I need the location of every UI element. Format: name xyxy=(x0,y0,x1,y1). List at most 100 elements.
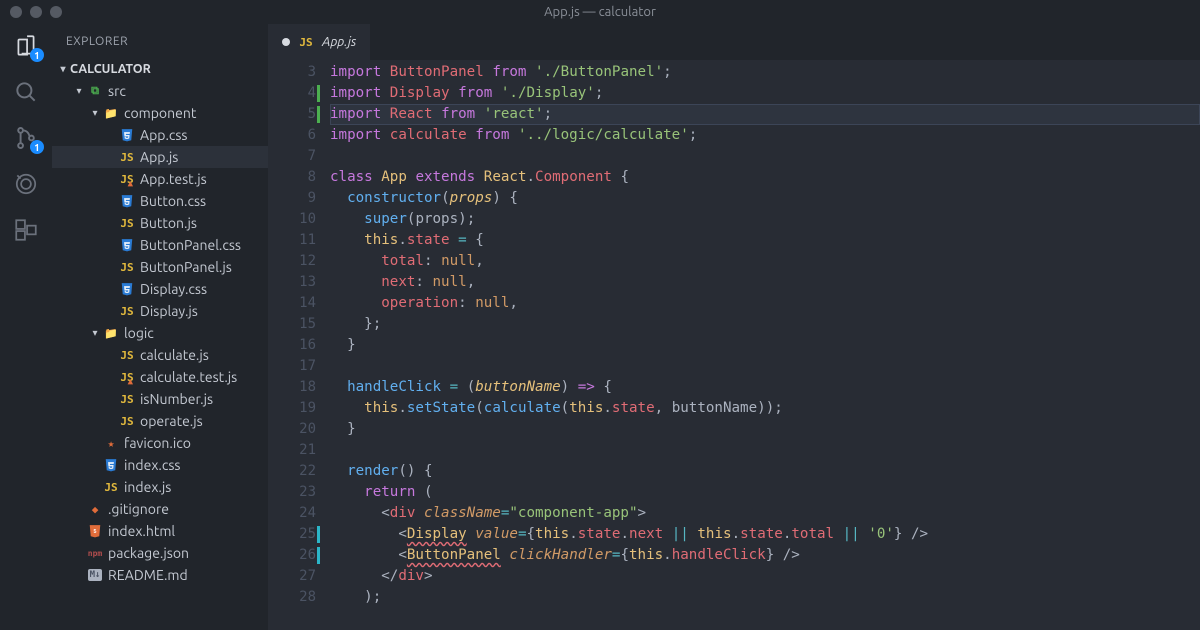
code-line[interactable]: handleClick = (buttonName) => { xyxy=(330,377,1200,398)
line-number: 22 xyxy=(268,461,316,482)
line-number: 8 xyxy=(268,167,316,188)
line-number: 5 xyxy=(268,104,316,125)
code-line[interactable]: }; xyxy=(330,314,1200,335)
tree-folder[interactable]: ▾⧉src xyxy=(52,80,268,102)
ico-file-icon: ★ xyxy=(102,436,120,451)
tree-file[interactable]: JSisNumber.js xyxy=(52,388,268,410)
line-number: 7 xyxy=(268,146,316,167)
close-window-icon[interactable] xyxy=(10,6,22,18)
tree-file[interactable]: JS calculate.js xyxy=(52,344,268,366)
git-file-icon: ◆ xyxy=(86,502,104,517)
line-number: 19 xyxy=(268,398,316,419)
tree-file[interactable]: 5index.html xyxy=(52,520,268,542)
window-controls xyxy=(10,6,62,18)
code-line[interactable]: <Display value={this.state.next || this.… xyxy=(330,524,1200,545)
chevron-down-icon: ▾ xyxy=(88,327,102,339)
code-line[interactable]: ); xyxy=(330,587,1200,608)
code-line[interactable]: this.setState(calculate(this.state, butt… xyxy=(330,398,1200,419)
tree-folder[interactable]: ▾📁logic xyxy=(52,322,268,344)
activity-scm-icon[interactable]: 1 xyxy=(12,124,40,152)
tree-file[interactable]: Display.css xyxy=(52,278,268,300)
file-label: App.test.js xyxy=(140,171,207,187)
git-added-icon xyxy=(317,106,320,123)
tab-app-js[interactable]: JS App.js xyxy=(268,24,370,60)
code-line[interactable]: import ButtonPanel from './ButtonPanel'; xyxy=(330,62,1200,83)
tree-file[interactable]: npmpackage.json xyxy=(52,542,268,564)
code-line[interactable]: render() { xyxy=(330,461,1200,482)
tab-label: App.js xyxy=(322,35,356,49)
code-line[interactable]: this.state = { xyxy=(330,230,1200,251)
tree-file[interactable]: JSApp.js xyxy=(52,146,268,168)
activity-debug-icon[interactable] xyxy=(12,170,40,198)
explorer-badge: 1 xyxy=(30,48,44,62)
scm-badge: 1 xyxy=(30,140,44,154)
test-file-icon: JS▲ xyxy=(118,370,136,385)
line-number: 10 xyxy=(268,209,316,230)
folder-file-icon: 📁 xyxy=(102,106,120,121)
tree-file[interactable]: JSButtonPanel.js xyxy=(52,256,268,278)
code-line[interactable] xyxy=(330,356,1200,377)
css-file-icon xyxy=(118,281,136,297)
tree-file[interactable]: JS▲ calculate.test.js xyxy=(52,366,268,388)
code-line[interactable]: </div> xyxy=(330,566,1200,587)
code-line[interactable]: super(props); xyxy=(330,209,1200,230)
tree-folder[interactable]: ▾📁component xyxy=(52,102,268,124)
sidebar: EXPLORER ▾ CALCULATOR ▾⧉src▾📁componentAp… xyxy=(52,24,268,630)
activity-search-icon[interactable] xyxy=(12,78,40,106)
tree-file[interactable]: ★favicon.ico xyxy=(52,432,268,454)
test-file-icon: JS▲ xyxy=(118,172,136,187)
file-label: calculate.test.js xyxy=(140,369,237,385)
code-line[interactable]: } xyxy=(330,419,1200,440)
line-number: 6 xyxy=(268,125,316,146)
code-editor[interactable]: import ButtonPanel from './ButtonPanel';… xyxy=(330,60,1200,630)
css-file-icon xyxy=(102,457,120,473)
tab-bar: JS App.js xyxy=(268,24,1200,60)
activity-extensions-icon[interactable] xyxy=(12,216,40,244)
code-line[interactable]: constructor(props) { xyxy=(330,188,1200,209)
file-label: Button.js xyxy=(140,215,197,231)
chevron-down-icon: ▾ xyxy=(56,63,70,75)
maximize-window-icon[interactable] xyxy=(50,6,62,18)
git-added-icon xyxy=(317,85,320,102)
code-line[interactable]: import React from 'react'; xyxy=(330,104,1200,125)
code-line[interactable] xyxy=(330,440,1200,461)
css-file-icon xyxy=(118,127,136,143)
js-file-icon: JS xyxy=(102,480,120,495)
html-file-icon: 5 xyxy=(86,523,104,539)
tree-file[interactable]: M↓README.md xyxy=(52,564,268,586)
tree-section[interactable]: ▾ CALCULATOR xyxy=(52,58,268,80)
code-line[interactable]: <ButtonPanel clickHandler={this.handleCl… xyxy=(330,545,1200,566)
tree-file[interactable]: JS index.js xyxy=(52,476,268,498)
js-file-icon: JS xyxy=(118,260,136,275)
code-line[interactable]: <div className="component-app"> xyxy=(330,503,1200,524)
code-line[interactable]: next: null, xyxy=(330,272,1200,293)
line-number: 20 xyxy=(268,419,316,440)
code-line[interactable]: class App extends React.Component { xyxy=(330,167,1200,188)
tree-file[interactable]: JS▲ App.test.js xyxy=(52,168,268,190)
code-line[interactable]: total: null, xyxy=(330,251,1200,272)
minimize-window-icon[interactable] xyxy=(30,6,42,18)
tree-file[interactable]: ◆.gitignore xyxy=(52,498,268,520)
line-number: 26 xyxy=(268,545,316,566)
js-file-icon: JS xyxy=(118,304,136,319)
code-line[interactable]: operation: null, xyxy=(330,293,1200,314)
file-label: calculate.js xyxy=(140,347,209,363)
tree-file[interactable]: App.css xyxy=(52,124,268,146)
tree-file[interactable]: JSButton.js xyxy=(52,212,268,234)
line-number: 21 xyxy=(268,440,316,461)
code-line[interactable]: import calculate from '../logic/calculat… xyxy=(330,125,1200,146)
js-file-icon: JS xyxy=(118,348,136,363)
code-line[interactable]: return ( xyxy=(330,482,1200,503)
tree-file[interactable]: JSDisplay.js xyxy=(52,300,268,322)
code-line[interactable] xyxy=(330,146,1200,167)
line-number: 25 xyxy=(268,524,316,545)
code-line[interactable]: } xyxy=(330,335,1200,356)
tree-file[interactable]: ButtonPanel.css xyxy=(52,234,268,256)
tree-file[interactable]: JSoperate.js xyxy=(52,410,268,432)
activity-explorer-icon[interactable]: 1 xyxy=(12,32,40,60)
file-label: index.js xyxy=(124,479,171,495)
code-line[interactable]: import Display from './Display'; xyxy=(330,83,1200,104)
tree-file[interactable]: Button.css xyxy=(52,190,268,212)
line-number: 14 xyxy=(268,293,316,314)
tree-file[interactable]: index.css xyxy=(52,454,268,476)
